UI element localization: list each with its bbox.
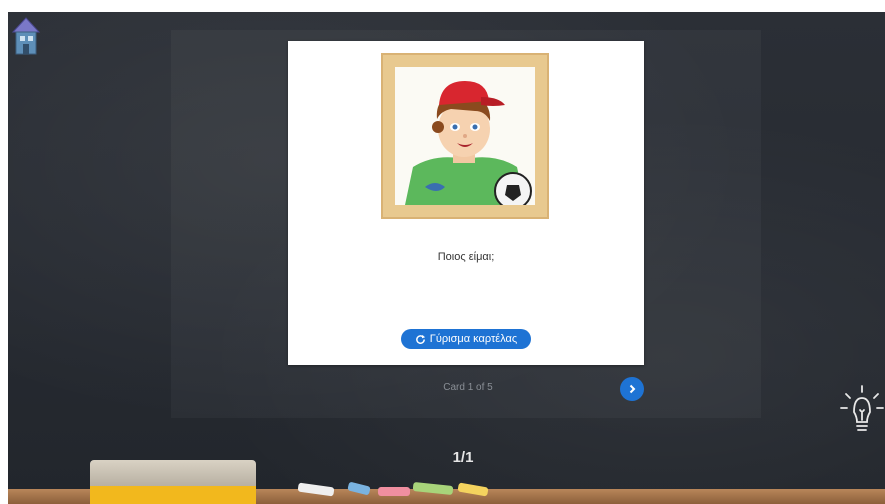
boy-picture [395, 67, 535, 205]
chalkboard-stage: Ποιος είμαι; Γύρισμα καρτέλας Card 1 of … [8, 12, 885, 504]
next-card-button[interactable] [620, 377, 644, 401]
card-counter: Card 1 of 5 [443, 382, 493, 393]
chevron-right-icon [629, 384, 636, 394]
page-indicator: 1/1 [452, 449, 474, 466]
boy-illustration [395, 67, 535, 205]
chalk-decoration [378, 487, 410, 496]
flip-card-button[interactable]: Γύρισμα καρτέλας [401, 329, 531, 349]
flashcard: Ποιος είμαι; Γύρισμα καρτέλας [288, 41, 644, 365]
eraser-decoration [90, 460, 256, 504]
card-question: Ποιος είμαι; [437, 251, 495, 263]
lightbulb-icon[interactable] [840, 384, 884, 442]
flip-card-label: Γύρισμα καρτέλας [429, 333, 518, 345]
refresh-icon [415, 334, 425, 344]
picture-frame [381, 53, 549, 219]
house-icon[interactable] [11, 14, 41, 56]
